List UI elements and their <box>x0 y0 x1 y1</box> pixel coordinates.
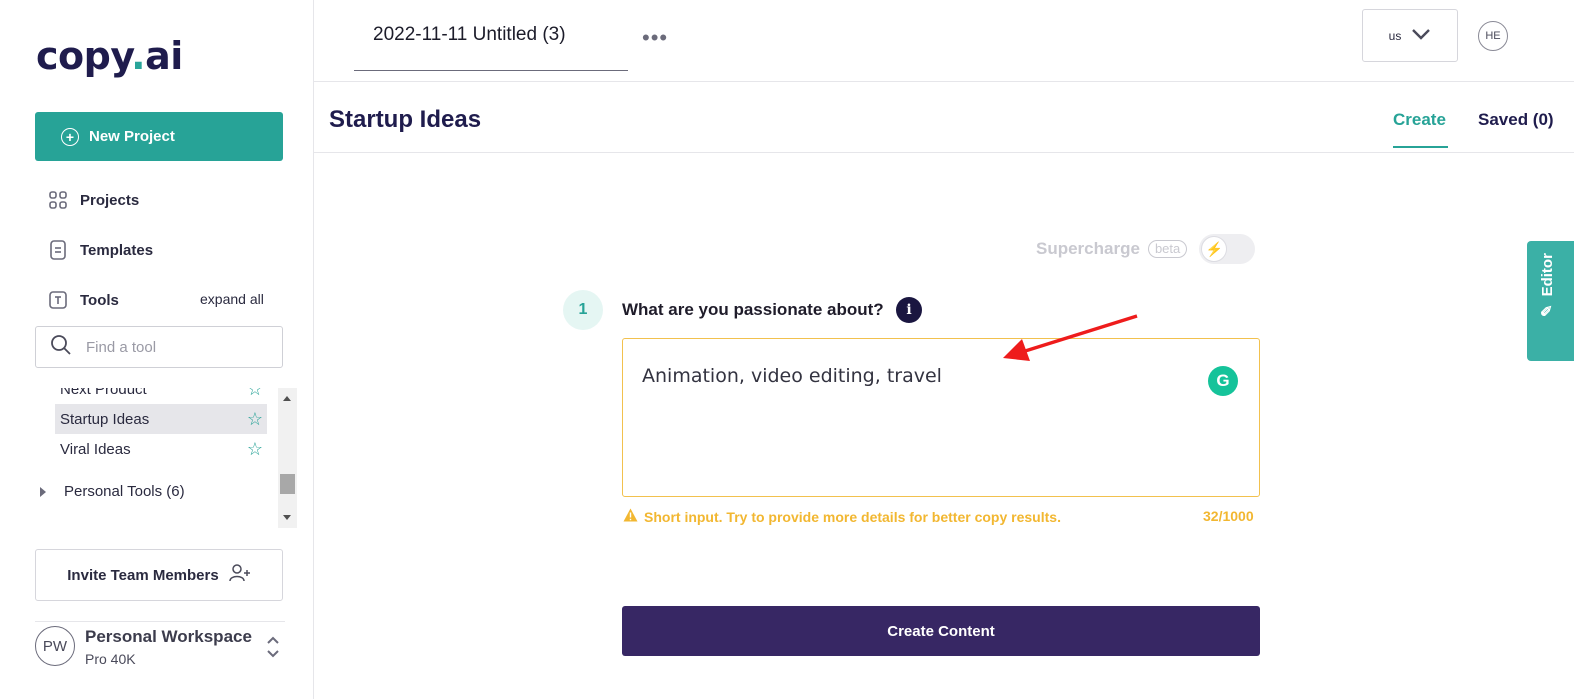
info-icon[interactable]: i <box>896 297 922 323</box>
tool-label: Next Product <box>60 388 147 398</box>
grid-icon <box>48 190 68 210</box>
list-item[interactable]: Next Product ☆ <box>55 388 267 404</box>
page-title: Startup Ideas <box>329 106 482 133</box>
tool-label: Startup Ideas <box>60 410 150 428</box>
document-icon <box>48 240 68 260</box>
avatar[interactable]: HE <box>1478 21 1508 51</box>
avatar: PW <box>35 626 75 666</box>
sidebar-item-tools[interactable]: Tools <box>48 288 119 312</box>
tool-label: Viral Ideas <box>60 440 131 458</box>
new-project-label: New Project <box>89 128 175 145</box>
search-icon <box>50 334 72 361</box>
new-project-button[interactable]: + New Project <box>35 112 283 161</box>
sidebar-item-label: Projects <box>80 191 140 209</box>
language-select[interactable]: us <box>1362 9 1458 62</box>
list-item[interactable]: Startup Ideas ☆ <box>55 404 267 434</box>
short-input-warning: Short input. Try to provide more details… <box>623 508 1061 525</box>
supercharge-toggle[interactable]: ⚡ <box>1199 234 1256 264</box>
logo-text-tail: ai <box>145 34 183 78</box>
more-options-icon[interactable]: ••• <box>642 25 668 51</box>
copyai-logo[interactable]: copy.ai <box>36 34 183 78</box>
editor-tab-label: Editor <box>1538 253 1556 297</box>
workspace-plan: Pro 40K <box>85 651 136 667</box>
tool-search[interactable] <box>35 326 283 368</box>
scroll-down-arrow-icon[interactable] <box>283 515 291 520</box>
scroll-up-arrow-icon[interactable] <box>283 396 291 401</box>
tab-saved[interactable]: Saved (0) <box>1478 110 1554 130</box>
text-tool-icon <box>48 290 68 310</box>
chevron-down-icon <box>1411 28 1431 43</box>
passion-textarea[interactable]: Animation, video editing, travel G <box>622 338 1260 497</box>
tool-list: Next Product ☆ Startup Ideas ☆ Viral Ide… <box>35 388 297 528</box>
sidebar-item-label: Templates <box>80 241 154 259</box>
star-icon[interactable]: ☆ <box>247 440 263 458</box>
chevron-up-down-icon[interactable] <box>265 634 281 665</box>
warning-icon <box>623 508 638 525</box>
top-bar: 2022-11-11 Untitled (3) ••• us HE <box>314 0 1574 82</box>
editor-side-tab[interactable]: ✎ Editor <box>1527 241 1574 361</box>
document-title-input[interactable]: 2022-11-11 Untitled (3) <box>354 0 628 71</box>
active-tab-indicator <box>1393 146 1448 148</box>
sidebar-item-templates[interactable]: Templates <box>48 238 153 262</box>
grammarly-icon[interactable]: G <box>1208 366 1238 396</box>
logo-dot: . <box>131 34 146 78</box>
beta-badge: beta <box>1147 240 1188 258</box>
star-icon[interactable]: ☆ <box>247 388 263 398</box>
language-value: us <box>1388 28 1402 43</box>
input-question-label: What are you passionate about? <box>622 300 884 319</box>
caret-right-icon <box>40 486 46 497</box>
tab-create[interactable]: Create <box>1393 110 1446 130</box>
expand-all-link[interactable]: expand all <box>200 291 264 307</box>
personal-tools-label: Personal Tools (6) <box>64 483 185 500</box>
plus-circle-icon: + <box>61 127 79 146</box>
tool-list-scrollbar[interactable] <box>278 388 297 528</box>
logo-text: copy <box>36 34 132 78</box>
workspace-switcher[interactable]: PW Personal Workspace Pro 40K <box>35 621 285 681</box>
textarea-value: Animation, video editing, travel <box>642 365 942 387</box>
page-header: Startup Ideas Create Saved (0) <box>314 82 1574 153</box>
add-user-icon <box>228 564 251 586</box>
character-counter: 32/1000 <box>1203 508 1254 524</box>
scroll-thumb[interactable] <box>280 474 295 494</box>
supercharge-label: Supercharge <box>1036 239 1140 258</box>
star-icon[interactable]: ☆ <box>247 410 263 428</box>
search-input[interactable] <box>86 338 256 356</box>
warning-text: Short input. Try to provide more details… <box>644 508 1061 525</box>
sidebar-item-label: Tools <box>80 291 119 309</box>
supercharge-control: Supercharge beta ⚡ <box>1036 234 1256 264</box>
invite-team-button[interactable]: Invite Team Members <box>35 549 283 601</box>
list-item[interactable]: Viral Ideas ☆ <box>55 434 267 464</box>
personal-tools-group[interactable]: Personal Tools (6) <box>40 483 185 500</box>
pencil-icon: ✎ <box>1539 304 1556 317</box>
step-number-badge: 1 <box>563 290 603 330</box>
lightning-icon: ⚡ <box>1201 236 1228 262</box>
editor-tab-label-group: ✎ Editor <box>1538 253 1557 317</box>
sidebar: copy.ai + New Project Projects Templates… <box>0 0 314 699</box>
sidebar-item-projects[interactable]: Projects <box>48 188 139 212</box>
workspace-name: Personal Workspace <box>85 627 252 646</box>
invite-label: Invite Team Members <box>67 566 219 584</box>
create-content-button[interactable]: Create Content <box>622 606 1260 656</box>
